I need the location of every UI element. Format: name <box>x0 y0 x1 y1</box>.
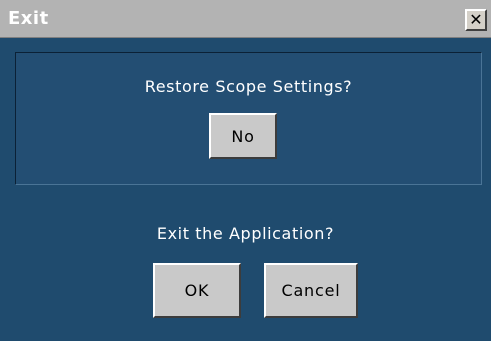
exit-application-prompt: Exit the Application? <box>156 224 335 243</box>
restore-settings-prompt: Restore Scope Settings? <box>144 77 353 96</box>
no-button-label: No <box>231 126 255 146</box>
no-button[interactable]: No <box>209 113 277 159</box>
dialog-title: Exit <box>8 8 49 29</box>
exit-dialog: Exit ✕ Restore Scope Settings? No Exit t… <box>0 0 491 341</box>
cancel-button-label: Cancel <box>281 281 341 300</box>
ok-button-label: OK <box>184 281 210 300</box>
close-icon: ✕ <box>469 10 483 29</box>
cancel-button[interactable]: Cancel <box>264 263 358 318</box>
restore-settings-panel: Restore Scope Settings? No <box>15 52 482 185</box>
close-button[interactable]: ✕ <box>465 9 487 31</box>
ok-button[interactable]: OK <box>153 263 241 318</box>
title-bar[interactable]: Exit ✕ <box>0 0 491 38</box>
